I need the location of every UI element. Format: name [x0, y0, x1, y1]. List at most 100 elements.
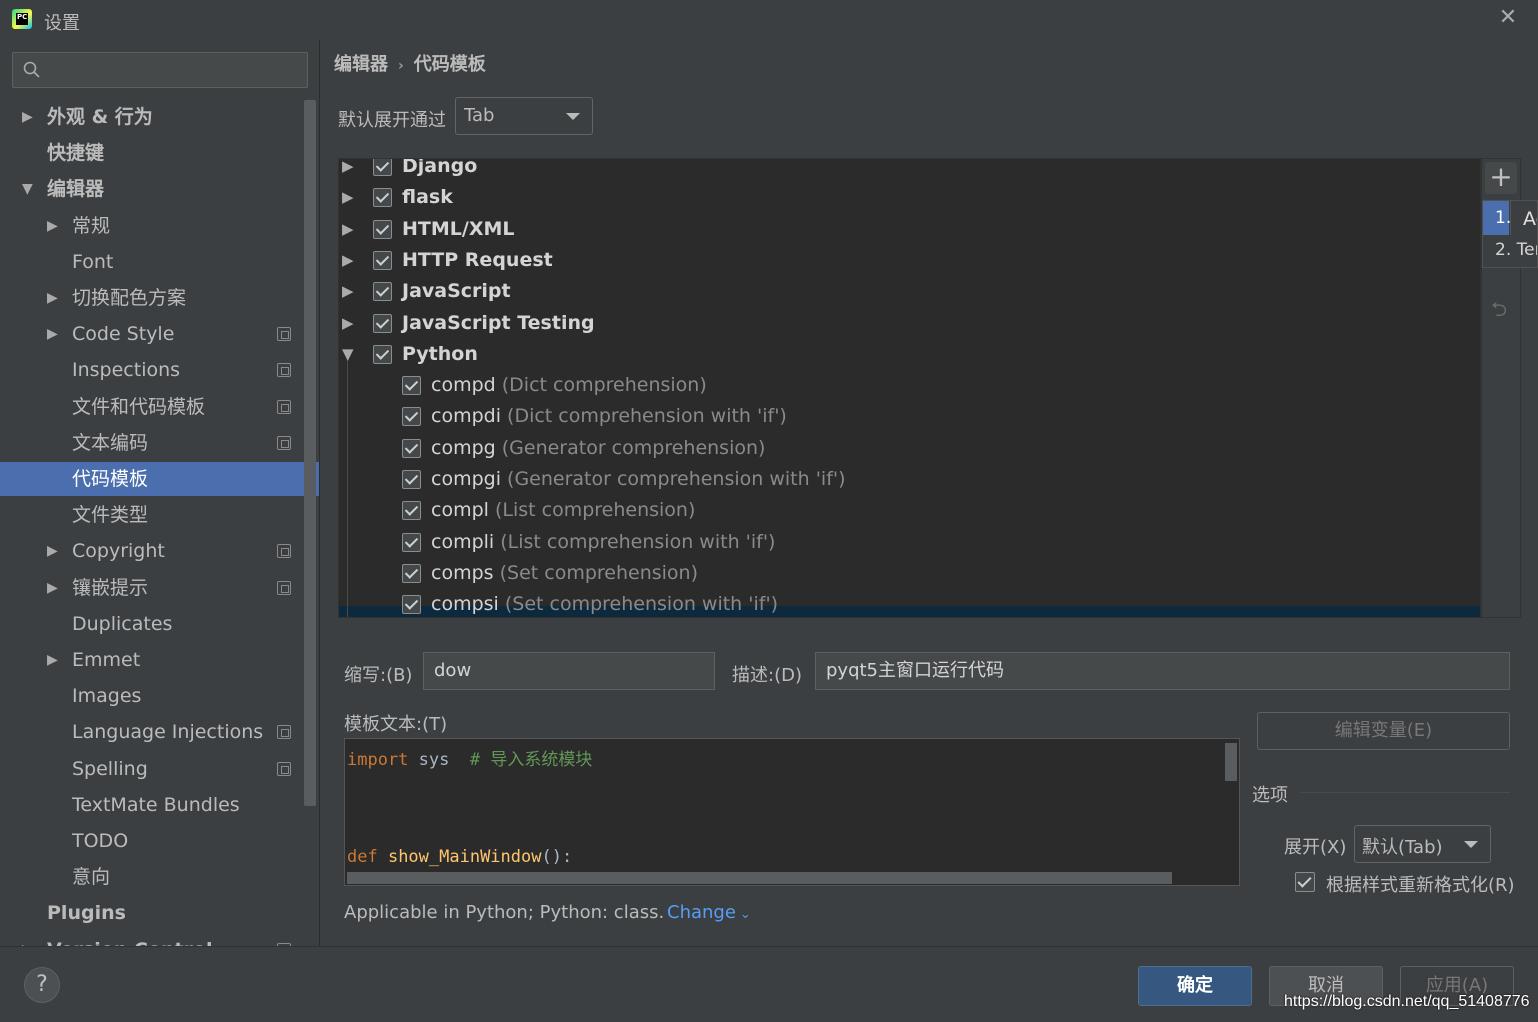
sidebar-item-label: Code Style [72, 323, 175, 346]
template-group-row[interactable]: ▶ HTTP Request [339, 245, 1480, 276]
group-checkbox[interactable] [373, 188, 392, 208]
add-template-button[interactable]: + [1485, 162, 1517, 194]
group-checkbox[interactable] [373, 313, 392, 333]
description-input[interactable]: pyqt5主窗口运行代码 [815, 652, 1510, 690]
sidebar-item-label: 文件和代码模板 [72, 395, 206, 418]
collapsed-arrow-icon[interactable]: ▶ [342, 245, 354, 276]
sidebar-item[interactable]: ▶ 外观 & 行为 [0, 100, 320, 134]
template-checkbox[interactable] [402, 595, 421, 615]
sidebar-item[interactable]: 文件类型 [0, 498, 320, 532]
popup-item-template-group[interactable]: 2. Ter [1483, 235, 1537, 267]
project-config-icon [277, 363, 291, 378]
expand-with-select[interactable]: Tab [455, 97, 593, 135]
sidebar-item[interactable]: 文件和代码模板 [0, 390, 320, 424]
sidebar-item[interactable]: ▶ Code Style [0, 317, 320, 351]
expanded-arrow-icon[interactable]: ▼ [22, 172, 33, 206]
sidebar-item[interactable]: ▼ 编辑器 [0, 172, 320, 206]
abbreviation-input[interactable]: dow [423, 652, 715, 690]
sidebar-item[interactable]: Duplicates [0, 607, 320, 641]
sidebar-item[interactable]: TODO [0, 824, 320, 858]
sidebar-item[interactable]: Spelling [0, 752, 320, 786]
template-row[interactable]: compd (Dict comprehension) [339, 370, 1480, 401]
sidebar-item[interactable]: ▶ 常规 [0, 209, 320, 243]
sidebar-item[interactable]: Plugins [0, 896, 320, 930]
sidebar-item[interactable]: 意向 [0, 860, 320, 894]
breadcrumb-parent[interactable]: 编辑器 [334, 54, 388, 75]
collapsed-arrow-icon[interactable]: ▶ [342, 182, 354, 213]
expand-x-select[interactable]: 默认(Tab) [1354, 825, 1491, 863]
template-group-row[interactable]: ▶ JavaScript [339, 276, 1480, 307]
template-checkbox[interactable] [402, 470, 421, 489]
template-checkbox[interactable] [402, 407, 421, 427]
template-entry: compd (Dict comprehension) [431, 370, 707, 401]
collapsed-arrow-icon[interactable]: ▶ [47, 209, 58, 243]
collapsed-arrow-icon[interactable]: ▶ [47, 643, 58, 677]
template-checkbox[interactable] [402, 438, 421, 458]
template-text-editor[interactable]: import sys # 导入系统模块 def show_MainWindow(… [344, 738, 1240, 886]
ok-button[interactable]: 确定 [1138, 966, 1252, 1006]
template-group-row[interactable]: ▶ JavaScript Testing [339, 308, 1480, 339]
template-group-row[interactable]: ▼ Python [339, 339, 1480, 370]
group-checkbox[interactable] [373, 250, 392, 270]
template-entry: comps (Set comprehension) [431, 558, 698, 589]
popup-item-live-template[interactable]: 1. Ac [1483, 201, 1537, 235]
sidebar-item[interactable]: 代码模板 [0, 462, 320, 496]
template-row[interactable]: compgi (Generator comprehension with 'if… [339, 464, 1480, 495]
sidebar-item[interactable]: Language Injections [0, 715, 320, 749]
template-row[interactable]: compsi (Set comprehension with 'if') [339, 589, 1480, 617]
undo-icon[interactable]: ⮌ [1491, 295, 1511, 321]
sidebar-item[interactable]: ▶ 镶嵌提示 [0, 571, 320, 605]
collapsed-arrow-icon[interactable]: ▶ [342, 308, 354, 339]
abbreviation-label: 缩写:(B) [344, 665, 413, 686]
settings-search-input[interactable] [12, 52, 308, 88]
expanded-arrow-icon[interactable]: ▼ [342, 339, 354, 370]
sidebar-scrollbar[interactable] [304, 100, 316, 806]
collapsed-arrow-icon[interactable]: ▶ [22, 933, 33, 946]
template-row[interactable]: compdi (Dict comprehension with 'if') [339, 401, 1480, 432]
sidebar-item[interactable]: ▶ Emmet [0, 643, 320, 677]
sidebar-item[interactable]: ▶ Copyright [0, 534, 320, 568]
template-row[interactable]: comps (Set comprehension) [339, 558, 1480, 589]
project-config-icon [277, 580, 291, 595]
template-row[interactable]: compl (List comprehension) [339, 495, 1480, 526]
reformat-checkbox[interactable] [1295, 872, 1315, 892]
collapsed-arrow-icon[interactable]: ▶ [342, 159, 354, 182]
group-checkbox[interactable] [373, 344, 392, 364]
change-context-link[interactable]: Change ⌄ [667, 902, 751, 923]
collapsed-arrow-icon[interactable]: ▶ [342, 214, 354, 245]
group-checkbox[interactable] [373, 159, 392, 176]
template-row[interactable]: compg (Generator comprehension) [339, 433, 1480, 464]
group-checkbox[interactable] [373, 282, 392, 302]
sidebar-item[interactable]: ▶ 切换配色方案 [0, 281, 320, 315]
editor-horizontal-scrollbar[interactable] [347, 872, 1172, 884]
collapsed-arrow-icon[interactable]: ▶ [22, 100, 33, 134]
template-checkbox[interactable] [402, 532, 421, 552]
live-templates-tree[interactable]: ▶ Django ▶ flask ▶ HTML/XML ▶ HTTP Request ▶ Java… [338, 158, 1481, 618]
template-abbreviation: compli [431, 530, 495, 553]
collapsed-arrow-icon[interactable]: ▶ [47, 317, 58, 351]
sidebar-item[interactable]: 文本编码 [0, 426, 320, 460]
help-button[interactable]: ? [24, 967, 60, 1003]
collapsed-arrow-icon[interactable]: ▶ [47, 534, 58, 568]
close-icon[interactable]: ✕ [1496, 6, 1520, 30]
sidebar-divider [319, 40, 320, 946]
template-group-row[interactable]: ▶ Django [339, 159, 1480, 182]
sidebar-item[interactable]: TextMate Bundles [0, 788, 320, 822]
collapsed-arrow-icon[interactable]: ▶ [47, 571, 58, 605]
template-group-row[interactable]: ▶ HTML/XML [339, 214, 1480, 245]
template-checkbox[interactable] [402, 376, 421, 396]
template-checkbox[interactable] [402, 563, 421, 583]
template-checkbox[interactable] [402, 501, 421, 521]
template-row[interactable]: compli (List comprehension with 'if') [339, 527, 1480, 558]
sidebar-item[interactable]: 快捷键 [0, 136, 320, 170]
sidebar-item[interactable]: Images [0, 679, 320, 713]
sidebar-item[interactable]: Font [0, 245, 320, 279]
template-group-row[interactable]: ▶ flask [339, 182, 1480, 213]
collapsed-arrow-icon[interactable]: ▶ [342, 276, 354, 307]
edit-variables-button[interactable]: 编辑变量(E) [1257, 712, 1510, 750]
collapsed-arrow-icon[interactable]: ▶ [47, 281, 58, 315]
sidebar-item[interactable]: ▶ Version Control [0, 933, 320, 946]
sidebar-item[interactable]: Inspections [0, 353, 320, 387]
editor-vertical-scrollbar[interactable] [1225, 743, 1237, 781]
group-checkbox[interactable] [373, 219, 392, 239]
